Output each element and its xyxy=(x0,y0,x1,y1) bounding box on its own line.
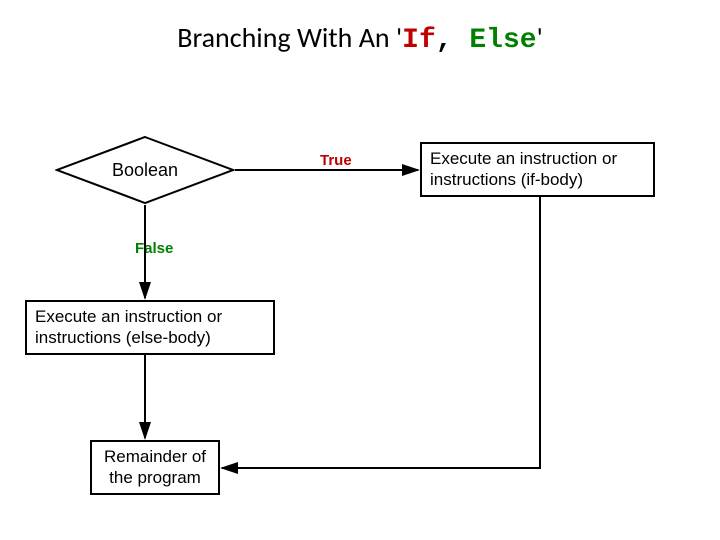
title-if-keyword: If xyxy=(402,25,436,56)
remainder-node: Remainder of the program xyxy=(90,440,220,495)
else-body-text: Execute an instruction or instructions (… xyxy=(35,307,265,348)
remainder-text: Remainder of the program xyxy=(100,447,210,488)
else-body-node: Execute an instruction or instructions (… xyxy=(25,300,275,355)
decision-label: Boolean xyxy=(55,135,235,205)
edge-label-false: False xyxy=(135,240,173,257)
title-comma: , xyxy=(436,25,470,56)
decision-node: Boolean xyxy=(55,135,235,205)
if-body-text: Execute an instruction or instructions (… xyxy=(430,149,645,190)
if-body-node: Execute an instruction or instructions (… xyxy=(420,142,655,197)
edge-label-true: True xyxy=(320,152,352,169)
decision-diamond-shape: Boolean xyxy=(55,135,235,205)
title-else-keyword: Else xyxy=(469,25,536,56)
title-prefix: Branching With An ' xyxy=(177,20,402,55)
page-title: Branching With An 'If, Else' xyxy=(0,20,720,56)
title-suffix: ' xyxy=(537,20,543,55)
